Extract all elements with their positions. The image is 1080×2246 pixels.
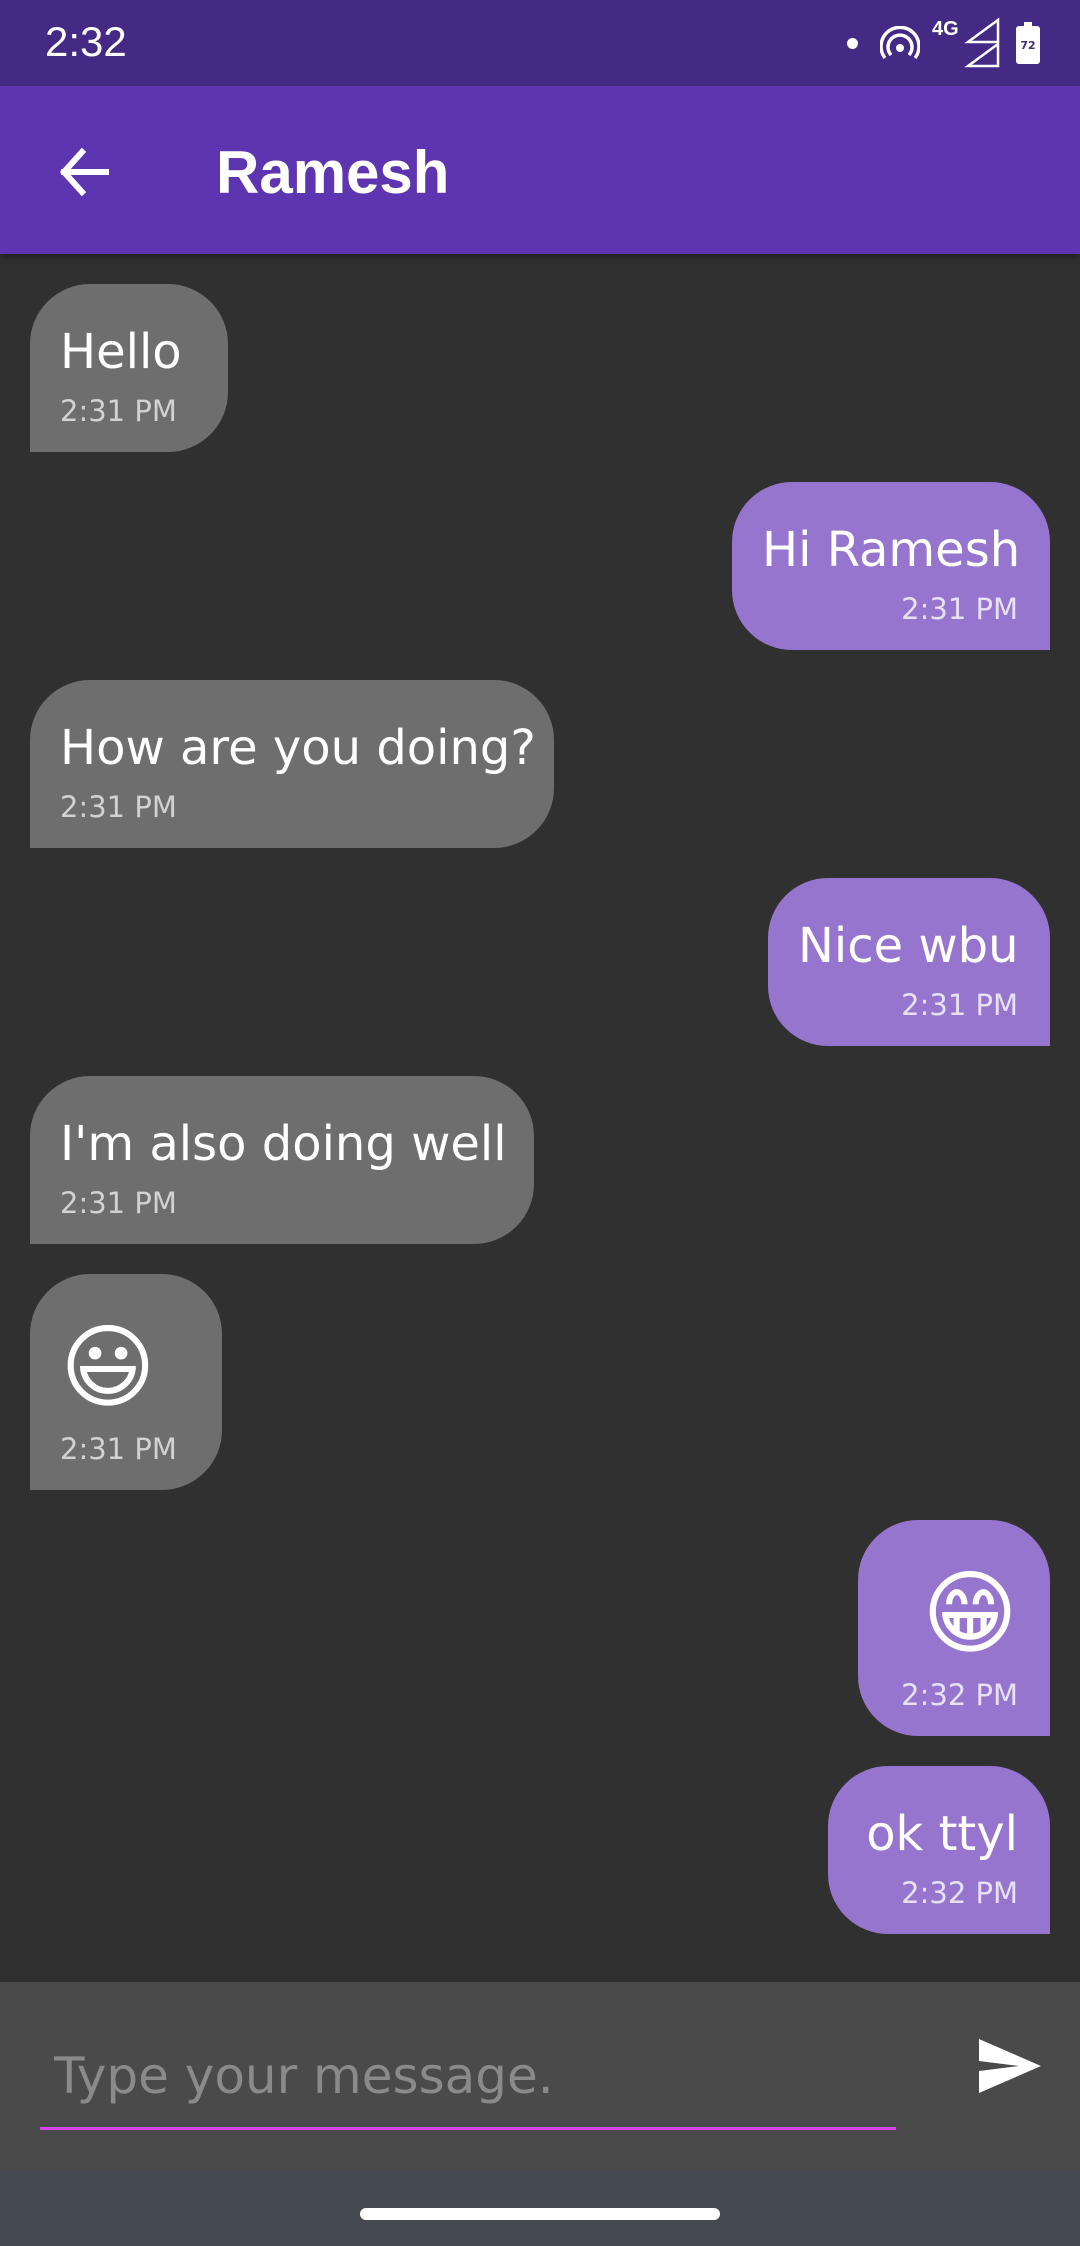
- message-time: 2:32 PM: [901, 1876, 1018, 1910]
- message-bubble-incoming[interactable]: I'm also doing well 2:31 PM: [30, 1076, 534, 1244]
- message-list[interactable]: Hello 2:31 PM Hi Ramesh 2:31 PM How are …: [0, 254, 1080, 1982]
- message-time: 2:31 PM: [60, 394, 177, 428]
- back-button[interactable]: [44, 132, 124, 212]
- message-time: 2:31 PM: [60, 1186, 177, 1220]
- status-bar: 2:32 4G 72: [0, 0, 1080, 86]
- message-bubble-outgoing[interactable]: 😁 2:32 PM: [858, 1520, 1050, 1736]
- signal-icon: 4G: [932, 16, 1004, 70]
- app-bar: Ramesh: [0, 86, 1080, 254]
- message-bubble-incoming[interactable]: Hello 2:31 PM: [30, 284, 228, 452]
- message-text: Nice wbu: [798, 918, 1019, 974]
- notification-dot-icon: [847, 37, 858, 49]
- status-time: 2:32: [45, 18, 127, 65]
- status-icons: 4G 72: [847, 16, 1040, 70]
- message-time: 2:31 PM: [901, 592, 1018, 626]
- home-gesture-handle[interactable]: [360, 2208, 720, 2220]
- message-time: 2:31 PM: [60, 1432, 177, 1466]
- send-icon: [979, 2039, 1041, 2093]
- message-text: I'm also doing well: [60, 1116, 507, 1172]
- message-composer: [0, 1982, 1080, 2170]
- battery-icon: 72: [1016, 22, 1040, 64]
- arrow-left-icon: [59, 147, 109, 197]
- message-bubble-outgoing[interactable]: Hi Ramesh 2:31 PM: [732, 482, 1050, 650]
- message-bubble-outgoing[interactable]: ok ttyl 2:32 PM: [828, 1766, 1050, 1934]
- message-text: Hello: [60, 324, 182, 380]
- smiley-emoji: 😃: [60, 1314, 156, 1421]
- message-bubble-incoming[interactable]: How are you doing? 2:31 PM: [30, 680, 554, 848]
- message-text: ok ttyl: [866, 1806, 1018, 1862]
- send-button[interactable]: [970, 2026, 1050, 2106]
- message-text: Hi Ramesh: [762, 522, 1021, 578]
- grin-emoji: 😁: [922, 1560, 1018, 1667]
- battery-level: 72: [1020, 39, 1036, 52]
- conversation-title: Ramesh: [216, 139, 450, 206]
- message-time: 2:32 PM: [901, 1678, 1018, 1712]
- message-input[interactable]: [40, 2024, 896, 2130]
- message-time: 2:31 PM: [901, 988, 1018, 1022]
- navigation-bar: [0, 2170, 1080, 2246]
- message-bubble-outgoing[interactable]: Nice wbu 2:31 PM: [768, 878, 1050, 1046]
- message-time: 2:31 PM: [60, 790, 177, 824]
- message-bubble-incoming[interactable]: 😃 2:31 PM: [30, 1274, 222, 1490]
- message-text: How are you doing?: [60, 720, 536, 776]
- hotspot-icon: [880, 26, 920, 60]
